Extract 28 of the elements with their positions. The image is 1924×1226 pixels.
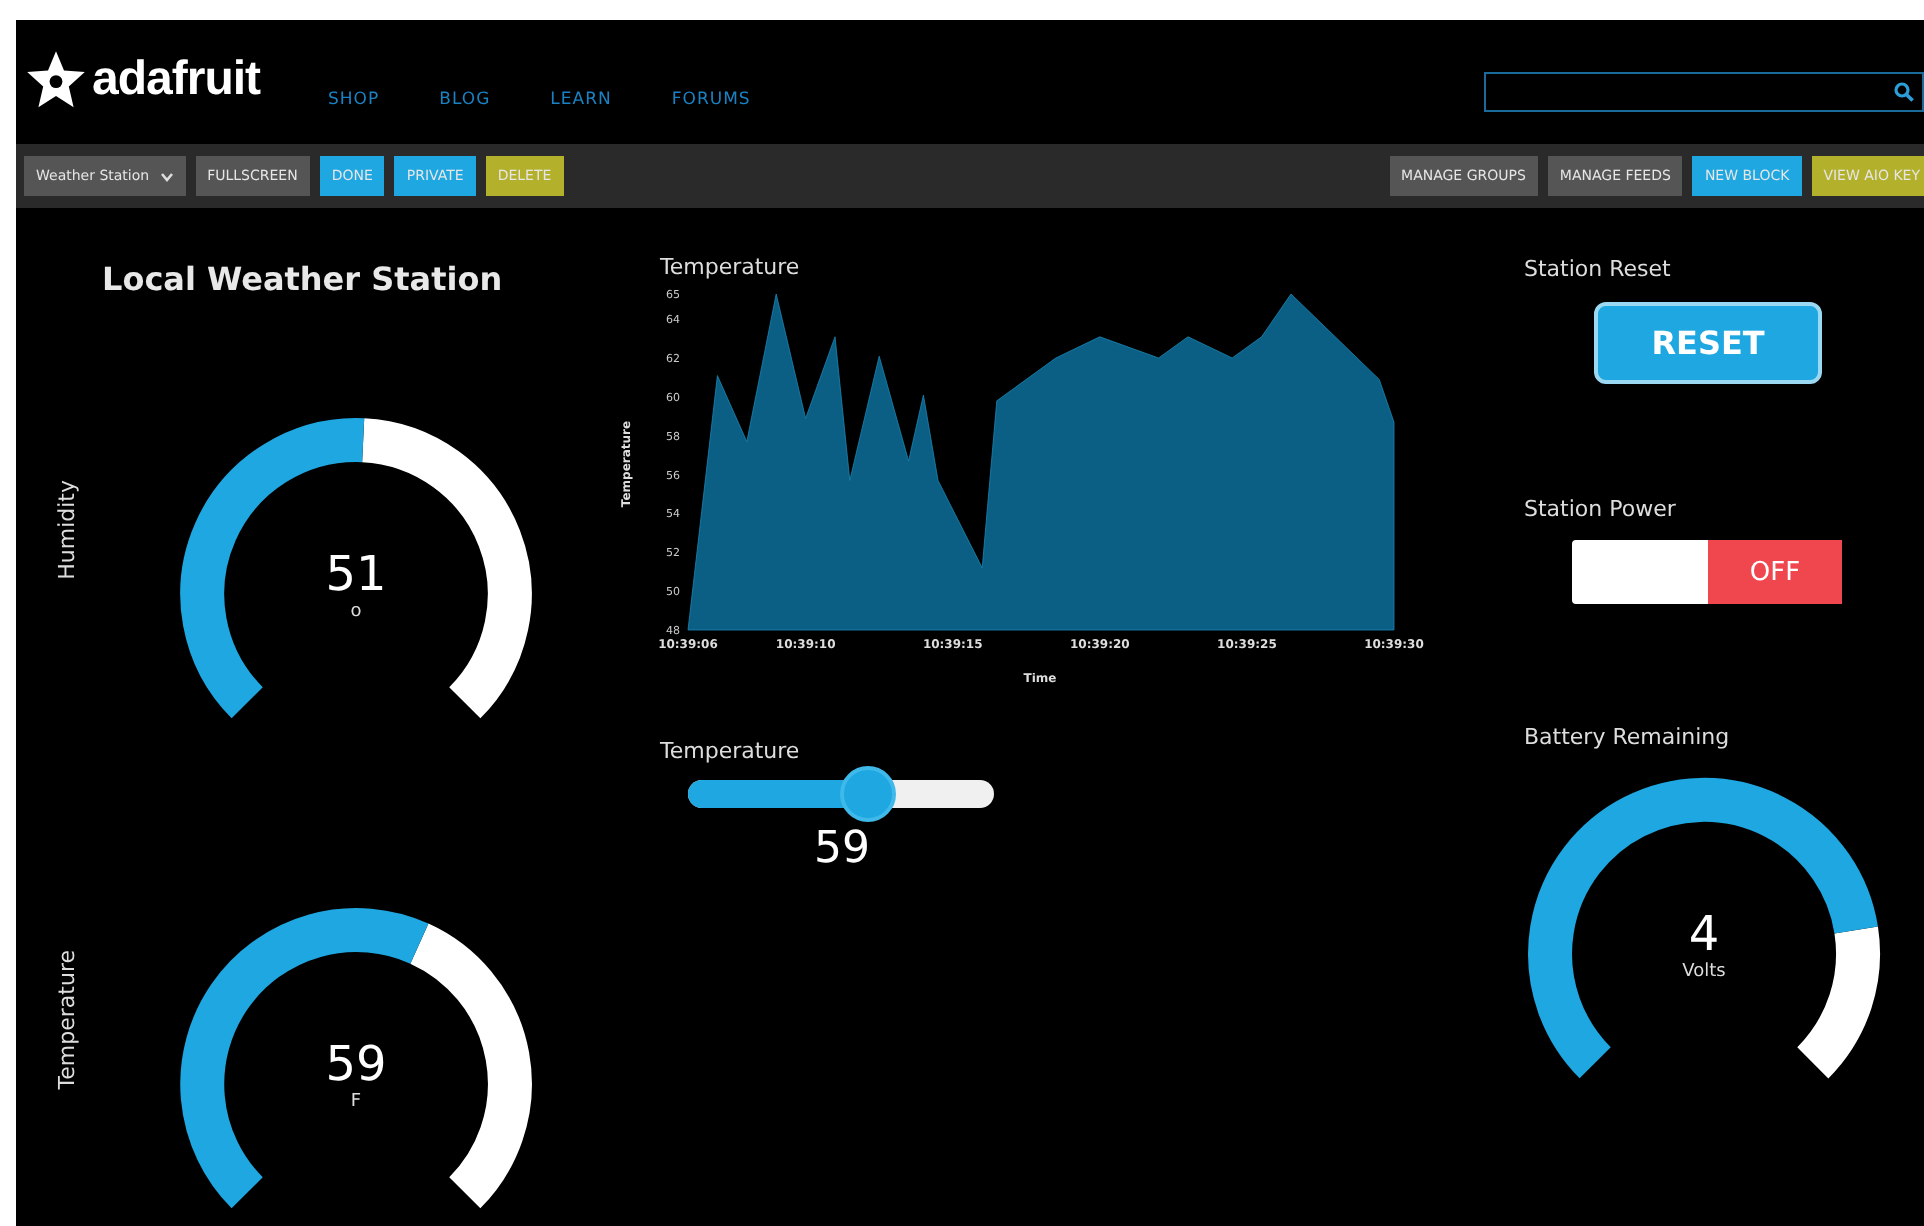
logo-text[interactable]: adafruit [92,52,261,108]
reset-label: Station Reset [1524,256,1673,282]
gauge-unit: o [350,602,362,622]
dashboard-title: Local Weather Station [102,260,505,298]
power-label: Station Power [1524,496,1678,522]
caret-icon [159,171,174,181]
nav-link[interactable]: BLOG [439,90,491,110]
search-icon[interactable] [1894,82,1914,102]
nav-link[interactable]: LEARN [550,90,612,110]
gauge-unit: F [350,1092,362,1112]
gauge-value: 59 [325,1036,387,1092]
gauge-unit: Volts [1682,962,1726,982]
gauge-value: 51 [325,546,387,602]
toggle-state-text: OFF [1708,540,1842,604]
power-toggle[interactable]: OFF [1572,540,1842,604]
star-logo-icon [24,48,88,112]
nav-link[interactable]: FORUMS [671,90,751,110]
chart-title: Temperature [660,254,800,280]
temperature-slider[interactable] [688,766,994,822]
gauge-label: Temperature [54,950,80,1090]
slider-label: Temperature [660,738,802,764]
reset-button[interactable]: RESET [1594,302,1822,384]
gauge-label: Humidity [54,480,80,580]
slider-value: 59 [814,824,872,874]
search-field[interactable] [1484,72,1924,112]
nav-link[interactable]: SHOP [328,90,380,110]
gauge-value: 4 [1688,906,1720,962]
battery-label: Battery Remaining [1524,724,1732,750]
